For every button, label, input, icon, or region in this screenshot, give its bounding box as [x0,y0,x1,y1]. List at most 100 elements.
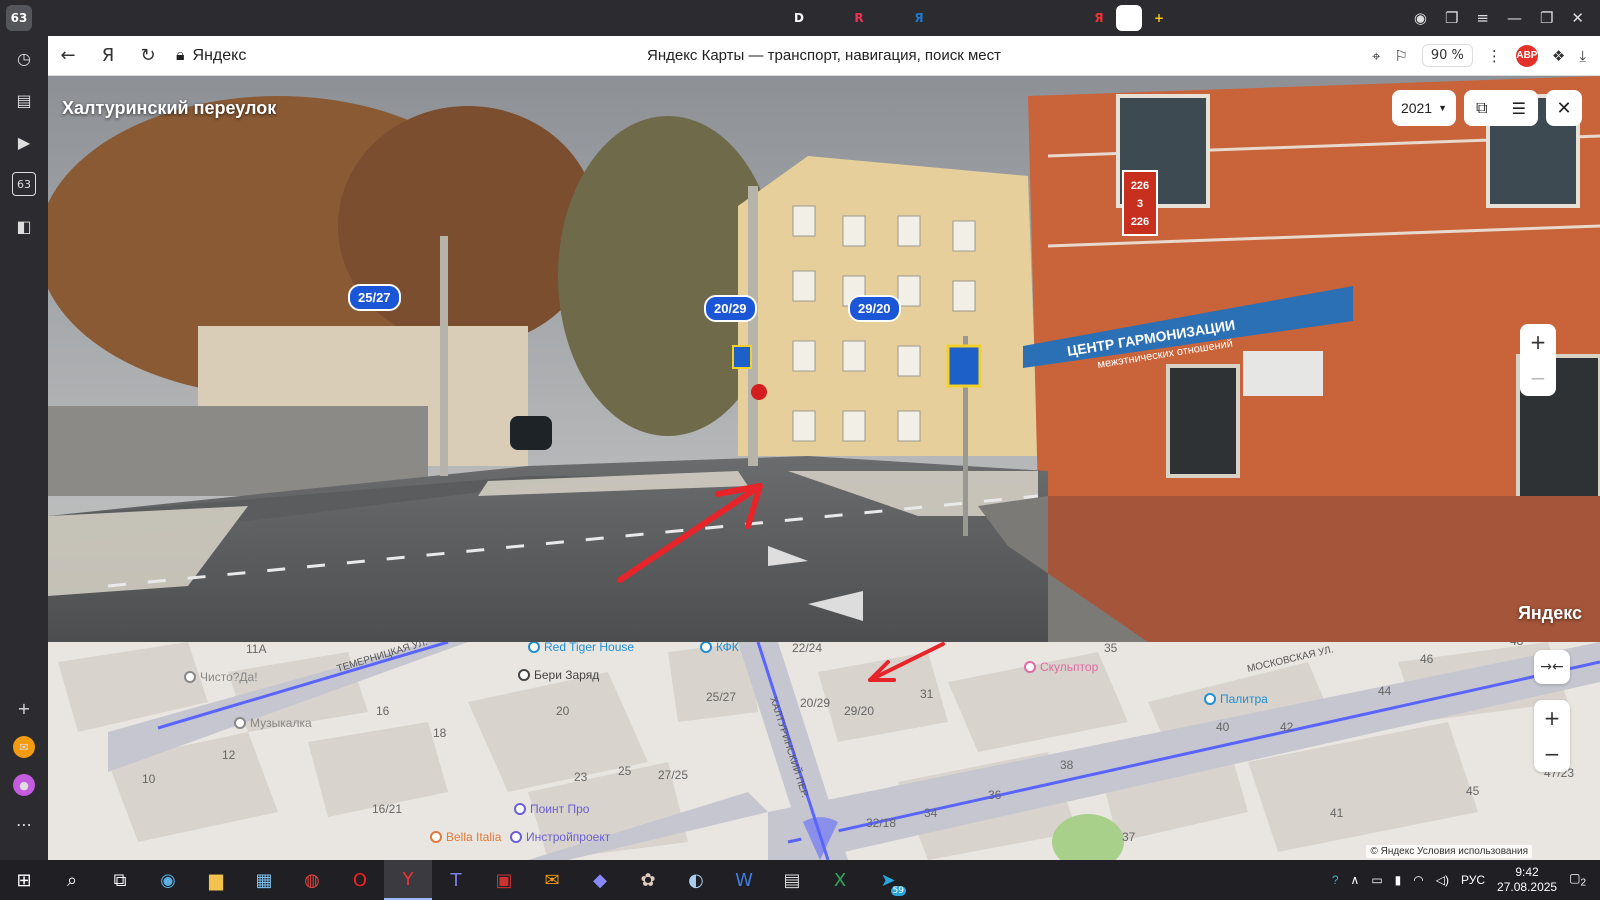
poi[interactable]: Инстройпроект [510,830,610,844]
profile-icon[interactable]: ◉ [1414,9,1427,27]
site-icon[interactable] [726,5,752,31]
back-icon[interactable] [816,5,842,31]
site-icon[interactable]: R [846,5,872,31]
site-icon[interactable] [696,5,722,31]
more-icon[interactable]: ⋯ [12,812,36,836]
site-icon[interactable] [996,5,1022,31]
word-icon[interactable]: W [720,860,768,900]
minimize-icon[interactable]: — [1507,9,1522,27]
excel-icon[interactable]: X [816,860,864,900]
volume-icon[interactable]: ◁) [1436,873,1449,887]
poi[interactable]: Red Tiger House [528,642,634,654]
site-icon[interactable]: Я [906,5,932,31]
site-icon[interactable] [366,5,392,31]
opera-icon[interactable]: O [336,860,384,900]
year-selector[interactable]: 2021 ▼ [1392,90,1456,126]
scissors-icon[interactable] [306,5,332,31]
site-icon[interactable] [1026,5,1052,31]
mail-icon[interactable]: ✉ [13,736,35,758]
poi[interactable]: Bella Italia [430,830,501,844]
zoom-out-icon[interactable]: − [1544,742,1561,766]
screenshot-icon[interactable]: ◧ [12,214,36,238]
close-window-icon[interactable]: ✕ [1571,9,1584,27]
notifications-icon[interactable]: ▢2 [1569,871,1586,888]
document-icon[interactable] [96,5,122,31]
location-icon[interactable]: ⌖ [1372,47,1380,65]
site-icon[interactable]: Я [1086,5,1112,31]
alice-icon[interactable]: ● [13,774,35,796]
history-icon[interactable]: ◷ [12,46,36,70]
app-icon[interactable]: ▣ [480,860,528,900]
adblock-icon[interactable]: ABP [1515,44,1538,67]
mail-icon[interactable]: ✉ [528,860,576,900]
video-icon[interactable]: ▶ [12,130,36,154]
site-icon[interactable] [336,5,362,31]
site-icon[interactable] [756,5,782,31]
layout-toggle-icon[interactable]: ☰ [1512,99,1526,118]
site-icon[interactable] [546,5,572,31]
collapse-map-button[interactable]: →← [1534,650,1570,684]
site-icon[interactable] [276,5,302,31]
site-icon[interactable] [636,5,662,31]
yandex-browser-icon[interactable]: Y [384,860,432,900]
poi[interactable]: КФК [700,642,739,654]
sparkle-icon[interactable] [606,5,632,31]
reload-button[interactable]: ↻ [128,36,168,76]
site-icon[interactable] [216,5,242,31]
new-tab-icon[interactable]: + [1146,5,1172,31]
site-icon[interactable] [1056,5,1082,31]
yandex-home-button[interactable]: Я [88,36,128,76]
play-icon[interactable] [486,5,512,31]
zoom-out-icon[interactable]: − [1530,366,1547,390]
map-view[interactable]: ТЕМЕРНИЦКАЯ УЛ. МОСКОВСКАЯ УЛ. ХАЛТУРИНС… [48,642,1600,860]
menu-dots-icon[interactable]: ⋮ [1487,47,1502,65]
poi[interactable]: Скульптор [1024,660,1098,674]
open-external-icon[interactable]: ⧉ [1476,98,1487,118]
counter-icon[interactable]: 63 [6,5,32,31]
site-icon[interactable] [876,5,902,31]
chevron-down-icon[interactable] [36,5,62,31]
poi[interactable]: Поинт Про [514,802,589,816]
download-icon[interactable]: ⤓ [1579,47,1586,65]
site-icon[interactable] [246,5,272,31]
poi[interactable]: Чисто?Да! [184,670,258,684]
site-icon[interactable] [156,5,182,31]
restore-icon[interactable]: ❐ [1540,9,1553,27]
telegram-icon[interactable]: ➤ 59 [864,860,912,900]
site-icon[interactable] [126,5,152,31]
bag-icon[interactable] [66,5,92,31]
extensions-icon[interactable]: ❖ [1552,47,1565,65]
store-icon[interactable]: ▦ [240,860,288,900]
copyright[interactable]: © Яндекс Условия использования [1366,845,1532,858]
language[interactable]: РУС [1461,873,1485,887]
site-icon[interactable] [396,5,422,31]
site-icon[interactable]: D [786,5,812,31]
poi[interactable]: Палитра [1204,692,1268,706]
zoom-indicator[interactable]: 90 % [1421,44,1473,67]
battery-icon[interactable]: ▮ [1395,873,1402,887]
teams-icon[interactable]: T [432,860,480,900]
wifi-icon[interactable]: ◠ [1413,873,1423,887]
document-icon[interactable] [966,5,992,31]
zoom-in-icon[interactable]: + [1530,330,1547,354]
street-panorama[interactable]: ЦЕНТР ГАРМОНИЗАЦИИ межэтнических отношен… [48,76,1600,642]
map-pin-icon[interactable] [936,5,962,31]
help-icon[interactable]: ? [1332,873,1339,887]
vk-icon[interactable] [456,5,482,31]
house-badge[interactable]: 25/27 [348,284,401,311]
house-badge[interactable]: 20/29 [704,295,757,322]
app-icon[interactable]: ◉ [144,860,192,900]
collections-icon[interactable]: ❐ [1445,9,1458,27]
site-icon[interactable] [186,5,212,31]
collections-icon[interactable]: ▤ [12,88,36,112]
windows-start-icon[interactable]: ⊞ [0,860,48,900]
counter-icon[interactable]: 63 [12,172,36,196]
clock[interactable]: 9:42 27.08.2025 [1497,865,1557,895]
search-icon[interactable]: ⌕ [48,860,96,900]
chrome-icon[interactable]: ◍ [288,860,336,900]
app-icon[interactable]: ◐ [672,860,720,900]
site-icon[interactable] [666,5,692,31]
house-badge[interactable]: 29/20 [848,295,901,322]
close-panorama-button[interactable]: ✕ [1546,90,1582,126]
menu-icon[interactable]: ≡ [1476,9,1489,27]
